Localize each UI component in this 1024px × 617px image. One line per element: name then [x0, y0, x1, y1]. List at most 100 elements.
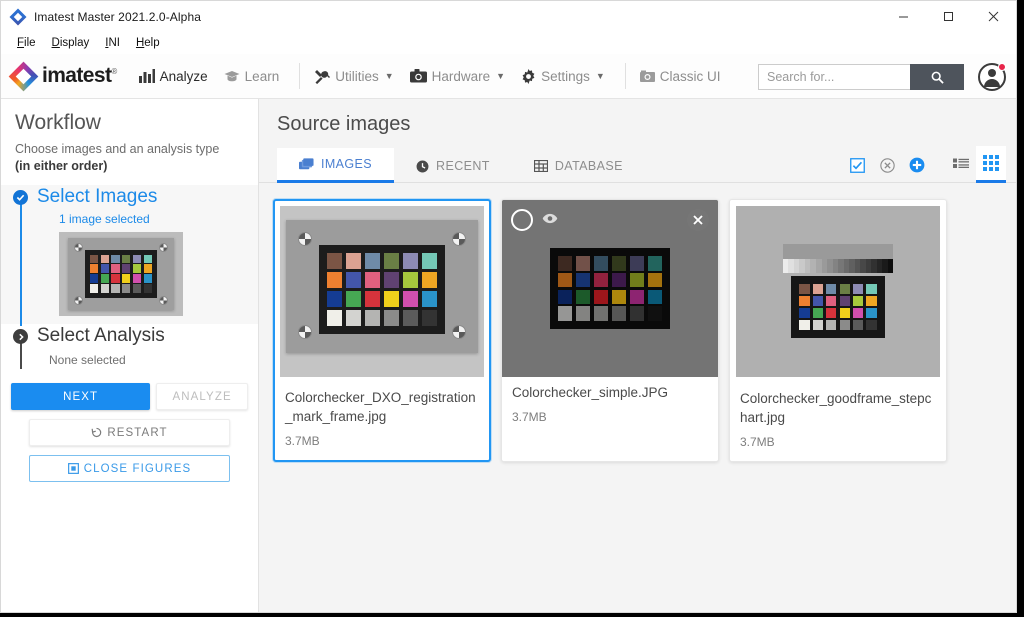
menu-help[interactable]: Help [128, 32, 168, 54]
image-card-3-meta: Colorchecker_goodframe_stepchart.jpg 3.7… [730, 383, 946, 461]
toolbar-settings[interactable]: Settings ▼ [521, 68, 605, 84]
toolbar-classic-ui[interactable]: Classic UI [639, 69, 721, 84]
image-card-2-thumbnail[interactable] [502, 200, 718, 377]
list-view-button[interactable] [946, 148, 976, 182]
menu-bar: File Display INI Help [1, 32, 1016, 54]
user-avatar-icon[interactable] [978, 63, 1006, 91]
notification-badge [998, 63, 1006, 71]
brand-name: imatest® [42, 64, 117, 87]
selected-image-thumbnail[interactable] [59, 232, 183, 316]
image-card-3-thumbnail[interactable] [736, 206, 940, 377]
workflow-subtitle: Choose images and an analysis type (in e… [1, 141, 258, 175]
image-card-2-size: 3.7MB [512, 410, 547, 424]
window-title: Imatest Master 2021.2.0-Alpha [34, 9, 201, 24]
toolbar-learn[interactable]: Learn [224, 68, 280, 84]
search-group [758, 64, 964, 90]
image-card-2-hover-overlay [502, 200, 718, 377]
images-stack-icon [299, 157, 314, 171]
view-tools [842, 146, 1006, 183]
add-images-button[interactable] [902, 148, 932, 182]
chevron-down-icon: ▼ [595, 71, 605, 81]
chevron-right-circle-icon [13, 329, 28, 344]
close-x-icon[interactable] [687, 209, 709, 231]
step-body: Select Images 1 image selected [37, 185, 258, 324]
application-window: Imatest Master 2021.2.0-Alpha File Displ… [0, 0, 1017, 613]
clock-icon [416, 160, 429, 173]
search-input[interactable] [758, 64, 910, 90]
toolbar-hardware-label: Hardware [431, 68, 491, 84]
window-close-icon [67, 463, 79, 474]
toolbar-hardware[interactable]: Hardware ▼ [409, 68, 506, 84]
image-grid-area: Colorchecker_DXO_registration_mark_frame… [259, 183, 1016, 612]
step-rail [13, 185, 37, 326]
table-grid-icon [533, 160, 548, 172]
toolbar-utilities[interactable]: Utilities ▼ [314, 68, 394, 84]
tab-recent[interactable]: RECENT [394, 150, 512, 182]
workflow-title: Workflow [15, 111, 101, 134]
workflow-subtitle-line2: (in either order) [15, 159, 108, 173]
content-header: Source images [259, 99, 1016, 136]
main-toolbar: imatest® Analyze Learn Utilities ▼ Hardw… [1, 54, 1016, 99]
menu-display[interactable]: Display [44, 32, 98, 54]
image-card-1-thumbnail[interactable] [280, 206, 484, 377]
toolbar-analyze-label: Analyze [159, 68, 208, 84]
toolbar-analyze[interactable]: Analyze [138, 68, 208, 84]
toolbar-settings-label: Settings [541, 68, 590, 84]
source-tabs: IMAGES RECENT DATABASE [259, 146, 1016, 183]
select-all-checkbox[interactable] [842, 148, 872, 182]
graduation-cap-icon [224, 70, 240, 83]
image-card-2-filename: Colorchecker_simple.JPG [512, 385, 669, 400]
tab-database[interactable]: DATABASE [512, 150, 645, 182]
app-icon [9, 8, 27, 25]
tools-icon [314, 69, 331, 84]
step-note-images-selected: 1 image selected [59, 212, 150, 226]
menu-ini[interactable]: INI [97, 32, 128, 54]
brand-logo-group: imatest® [8, 61, 117, 91]
image-card-1-filename: Colorchecker_DXO_registration_mark_frame… [285, 390, 476, 424]
content-panel: Source images IMAGES RECENT DATABASE Col… [259, 99, 1016, 612]
tab-images[interactable]: IMAGES [277, 148, 395, 183]
step-body-2: Select Analysis None selected [37, 324, 258, 375]
workflow-steps: Select Images 1 image selected Select An… [1, 185, 258, 375]
grid-view-button[interactable] [976, 146, 1006, 183]
restart-label: RESTART [107, 426, 168, 439]
close-button[interactable] [971, 1, 1016, 32]
analyze-button[interactable]: ANALYZE [156, 383, 248, 410]
toolbar-divider-2 [624, 63, 626, 89]
close-figures-button[interactable]: CLOSE FIGURES [29, 455, 230, 482]
workflow-sidebar: Workflow Choose images and an analysis t… [1, 99, 259, 612]
step-note-none-selected: None selected [49, 353, 126, 367]
step-title-select-analysis: Select Analysis [37, 325, 165, 346]
body-container: Workflow Choose images and an analysis t… [1, 99, 1016, 612]
restart-button[interactable]: RESTART [29, 419, 230, 446]
chart-bar-icon [138, 69, 155, 83]
toolbar-learn-label: Learn [244, 68, 280, 84]
circle-outline-icon[interactable] [511, 209, 533, 231]
eye-icon[interactable] [542, 213, 558, 224]
check-circle-icon [13, 190, 28, 205]
workflow-step-select-analysis[interactable]: Select Analysis None selected [1, 324, 258, 375]
image-card-1[interactable]: Colorchecker_DXO_registration_mark_frame… [273, 199, 491, 462]
next-button[interactable]: NEXT [11, 383, 151, 410]
clear-selection-button[interactable] [872, 148, 902, 182]
image-card-2[interactable]: Colorchecker_simple.JPG 3.7MB [501, 199, 719, 462]
tab-images-label: IMAGES [321, 157, 373, 171]
maximize-button[interactable] [926, 1, 971, 32]
step-rail-2 [13, 324, 37, 375]
chevron-down-icon: ▼ [496, 71, 506, 81]
image-card-1-size: 3.7MB [285, 434, 320, 448]
toolbar-utilities-label: Utilities [335, 68, 379, 84]
image-card-3-filename: Colorchecker_goodframe_stepchart.jpg [740, 391, 932, 425]
title-bar: Imatest Master 2021.2.0-Alpha [1, 1, 1016, 32]
window-controls [881, 1, 1016, 32]
minimize-button[interactable] [881, 1, 926, 32]
undo-icon [91, 427, 102, 438]
camera-icon [409, 69, 427, 83]
menu-file[interactable]: File [9, 32, 44, 54]
image-card-2-meta: Colorchecker_simple.JPG 3.7MB [502, 377, 718, 436]
imatest-logo-icon [8, 61, 39, 91]
workflow-step-select-images[interactable]: Select Images 1 image selected [1, 185, 258, 326]
step-connector-line-2 [20, 342, 22, 369]
image-card-3[interactable]: Colorchecker_goodframe_stepchart.jpg 3.7… [729, 199, 947, 462]
search-button[interactable] [910, 64, 964, 90]
